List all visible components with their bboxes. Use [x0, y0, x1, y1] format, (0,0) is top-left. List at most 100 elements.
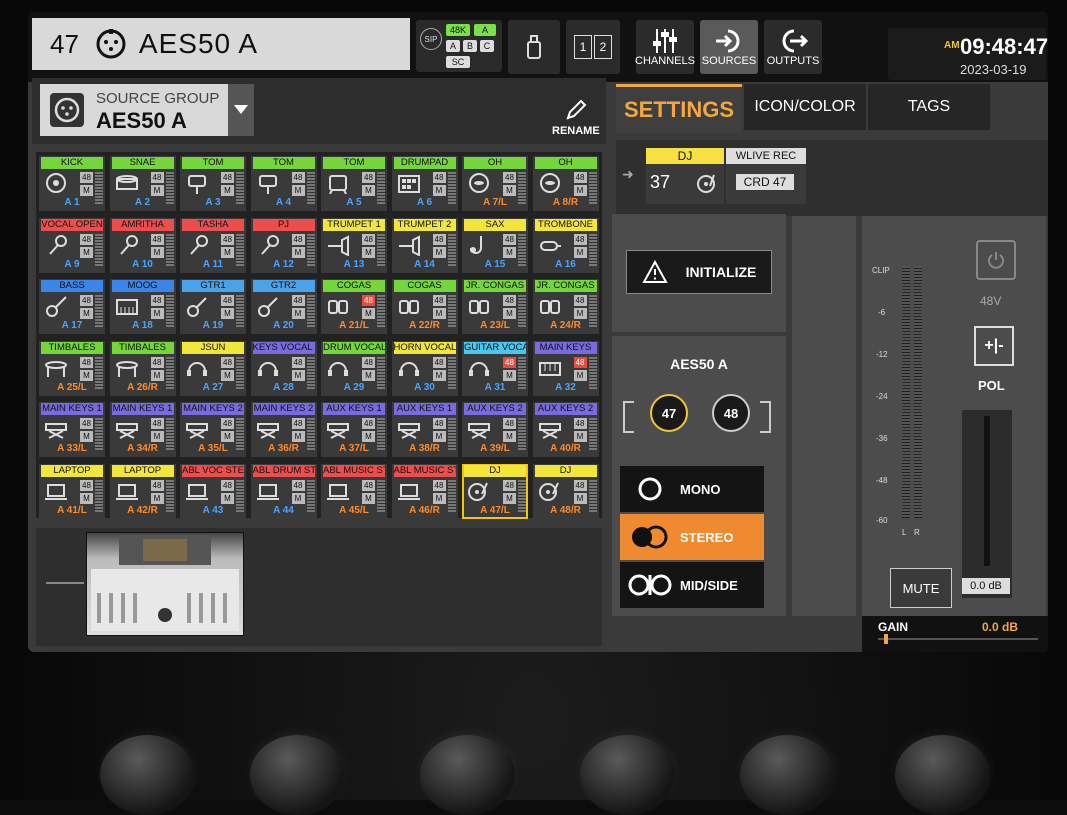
source-tile[interactable]: MAIN KEYS 1 48 M A 33/L	[39, 402, 105, 457]
console-thumbnail[interactable]	[86, 532, 244, 636]
source-tile-name: MAIN KEYS 2	[182, 403, 244, 415]
source-tile[interactable]: TRUMPET 2 48 M A 14	[391, 217, 458, 273]
gain-slider-track[interactable]	[878, 638, 1038, 640]
keyboard-stand-icon	[468, 423, 490, 439]
source-tile-name: TRUMPET 1	[323, 218, 385, 231]
source-tile[interactable]: COGAS 48 M A 22/R	[391, 279, 458, 334]
source-tile-name: DRUMPAD	[393, 157, 456, 169]
rename-button[interactable]: RENAME	[552, 98, 600, 137]
source-tile[interactable]: LAPTOP 48 M A 42/R	[109, 463, 176, 519]
source-tile[interactable]: MOOG 48 M A 18	[109, 279, 176, 334]
source-tile[interactable]: MAIN KEYS 1 48 M A 34/R	[109, 402, 176, 457]
source-group-dropdown[interactable]	[228, 84, 254, 136]
source-tile-input: A 34/R	[127, 443, 158, 454]
aes-a-badge: A	[446, 40, 460, 52]
source-tile[interactable]: MAIN KEYS 2 48 M A 35/L	[180, 402, 246, 457]
source-tile[interactable]: GUITAR VOCAL 48MA 31	[462, 340, 528, 396]
source-tile[interactable]: AMRITHA 48 M A 10	[109, 217, 176, 273]
tab-tags[interactable]: TAGS	[868, 84, 990, 130]
mute-badge: M	[573, 246, 587, 258]
source-tile[interactable]: OH 48 M A 8/R	[532, 156, 599, 211]
source-tile[interactable]: MAIN KEYS 2 48 M A 36/R	[250, 402, 317, 457]
source-tile[interactable]: ABL MUSIC ST 48 M A 46/R	[391, 463, 458, 519]
laptop-icon	[397, 483, 420, 500]
tab-settings[interactable]: SETTINGS	[616, 84, 742, 133]
sip-status[interactable]: SIP 48K A A B C SC	[416, 20, 502, 72]
source-tile[interactable]: KICK 48 M A 1	[39, 156, 105, 211]
encoder-knob-2[interactable]	[250, 735, 345, 815]
wlive-rec-tile[interactable]: WLIVE REC CRD 47	[726, 148, 806, 204]
polarity-button[interactable]: +|-	[974, 326, 1014, 366]
source-tile-name: GTR1	[182, 280, 244, 292]
channels-nav-button[interactable]: CHANNELS	[635, 20, 695, 74]
source-tile[interactable]: TROMBONE 48 M A 16	[532, 217, 599, 273]
phantom-48v-badge: 48	[573, 295, 587, 306]
source-tile[interactable]: VOCAL OPEN 48 M A 9	[39, 217, 105, 273]
source-tile[interactable]: ABL VOC STEM 48MA 43	[180, 463, 246, 519]
mute-badge: M	[291, 492, 305, 504]
source-tile[interactable]: DJ 48 M A 48/R	[532, 463, 599, 519]
encoder-knob-3[interactable]	[420, 735, 515, 815]
source-tile[interactable]: KEYS VOCAL M 48MA 28	[250, 340, 317, 396]
source-tile[interactable]: LAPTOP 48 M A 41/L	[39, 463, 105, 519]
outputs-nav-button[interactable]: OUTPUTS	[764, 20, 822, 74]
source-tile[interactable]: JSUN 48 M A 27	[180, 340, 246, 396]
source-tile[interactable]: MAIN KEYS 48 M A 32	[532, 340, 599, 396]
source-tile[interactable]: TOM 48 M A 4	[250, 156, 317, 211]
midside-button[interactable]: MID/SIDE	[620, 562, 764, 608]
tab-icon-color[interactable]: ICON/COLOR	[744, 84, 866, 130]
power-icon	[988, 252, 1004, 269]
source-tile-name: COGAS	[393, 280, 456, 292]
encoder-knob-6[interactable]	[895, 735, 990, 815]
source-tile[interactable]: TASHA 48 M A 11	[180, 217, 246, 273]
source-tile[interactable]: ABL MUSIC ST 48 M A 45/L	[321, 463, 387, 519]
encoder-knob-5[interactable]	[740, 735, 835, 815]
pages-button[interactable]: 1 2	[566, 20, 620, 74]
source-tile[interactable]: SNAE 48 M A 2	[109, 156, 176, 211]
selected-source-tile[interactable]: DJ 37	[646, 148, 724, 204]
source-tile[interactable]: TOM 48 M A 3	[180, 156, 246, 211]
source-tile[interactable]: OH 48 M A 7/L	[462, 156, 528, 211]
source-tile[interactable]: AUX KEYS 2 48 M A 40/R	[532, 402, 599, 457]
encoder-knob-4[interactable]	[580, 735, 675, 815]
source-tile[interactable]: DJ 48 M A 47/L	[462, 463, 528, 519]
source-tile[interactable]: AUX KEYS 1 48 M A 38/R	[391, 402, 458, 457]
preview-divider	[46, 582, 84, 584]
source-tile[interactable]: JR. CONGAS 48 M A 23/L	[462, 279, 528, 334]
source-group-selector[interactable]: SOURCE GROUP AES50 A	[40, 84, 254, 136]
source-tile[interactable]: JR. CONGAS 48 M A 24/R	[532, 279, 599, 334]
source-tile[interactable]: PJ 48 M A 12	[250, 217, 317, 273]
source-tile[interactable]: GTR2 48 M A 20	[250, 279, 317, 334]
initialize-button[interactable]: INITIALIZE	[626, 250, 772, 294]
source-tile[interactable]: TIMBALES 48 M A 25/L	[39, 340, 105, 396]
source-tile-name: AUX KEYS 1	[393, 403, 456, 415]
source-tile[interactable]: GTR1 48 M A 19	[180, 279, 246, 334]
mono-button[interactable]: MONO	[620, 466, 764, 512]
source-tile[interactable]: ABL DRUM STE 48MA 44	[250, 463, 317, 519]
source-tile[interactable]: TOM 48 M A 5	[321, 156, 387, 211]
source-tile[interactable]: DRUMPAD 48 M A 6	[391, 156, 458, 211]
source-tile[interactable]: TIMBALES 48 M A 26/R	[109, 340, 176, 396]
mute-button[interactable]: MUTE	[890, 568, 952, 608]
phantom-48v-badge: 48	[503, 233, 516, 245]
channel-left-knob[interactable]: 47	[650, 394, 688, 432]
source-tile[interactable]: COGAS 48 M A 21/L	[321, 279, 387, 334]
source-tile[interactable]: BASS 48 M A 17	[39, 279, 105, 334]
usb-button[interactable]	[508, 20, 560, 74]
stereo-button[interactable]: STEREO	[620, 514, 764, 560]
channel-right-knob[interactable]: 48	[712, 394, 750, 432]
trim-fader[interactable]: 0.0 dB	[962, 410, 1012, 598]
phantom-power-button[interactable]	[976, 240, 1016, 280]
source-tile-name: TROMBONE	[534, 218, 597, 231]
source-tile[interactable]: DRUM VOCAL M 48MA 29	[321, 340, 387, 396]
gain-slider-handle[interactable]	[884, 634, 888, 644]
source-tile[interactable]: SAX 48 M A 15	[462, 217, 528, 273]
encoder-knob-1[interactable]	[100, 735, 195, 815]
phantom-48v-badge: 48	[150, 233, 164, 245]
source-tile[interactable]: TRUMPET 1 48 M A 13	[321, 217, 387, 273]
source-tile[interactable]: HORN VOCAL M 48MA 30	[391, 340, 458, 396]
source-tile[interactable]: AUX KEYS 2 48 M A 39/L	[462, 402, 528, 457]
channel-display[interactable]: 47 AES50 A	[32, 18, 410, 70]
sources-nav-button[interactable]: SOURCES	[700, 20, 758, 74]
source-tile[interactable]: AUX KEYS 1 48 M A 37/L	[321, 402, 387, 457]
